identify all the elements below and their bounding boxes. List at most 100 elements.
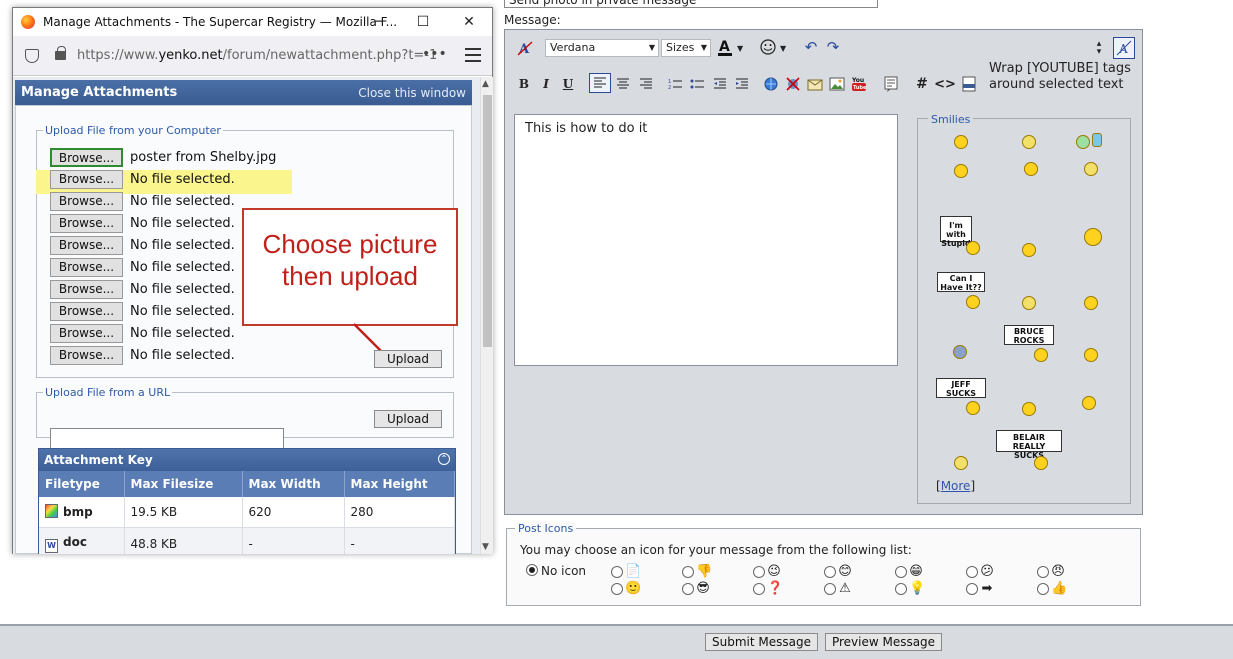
subject-input[interactable]: Send photo in private message [504,0,878,8]
upload-button[interactable]: Upload [374,350,442,368]
post-icon[interactable]: 🙂 [625,582,641,596]
browse-button[interactable]: Browse... [50,148,123,167]
remove-link-icon[interactable] [783,74,803,94]
smiley-icon[interactable] [966,241,980,255]
smiley-icon[interactable] [1082,396,1096,410]
switch-editor-mode-icon[interactable]: A [1113,37,1135,59]
smiley-icon[interactable] [1084,296,1098,310]
smiley-icon[interactable] [1034,348,1048,362]
underline-button[interactable]: U [559,74,577,94]
post-icon[interactable]: 😊 [838,565,852,579]
post-icon-radio[interactable] [895,583,907,595]
post-icon-radio[interactable] [824,566,836,578]
outdent-icon[interactable] [710,74,730,94]
post-icon[interactable]: ❓ [767,582,783,596]
thumbs-icon[interactable] [1092,133,1102,147]
post-icon-radio[interactable] [611,583,623,595]
more-smilies-link[interactable]: More [941,479,971,493]
italic-button[interactable]: I [537,74,555,94]
smiley-icon[interactable] [954,164,968,178]
url-input[interactable] [50,428,284,449]
minimize-icon[interactable]: ─ [369,12,389,32]
browse-button[interactable]: Browse... [50,280,123,299]
smiley-icon[interactable] [1024,162,1038,176]
hamburger-menu-icon[interactable] [465,48,481,62]
smiley-icon[interactable] [1034,456,1048,470]
quote-icon[interactable] [881,74,901,94]
smiley-menu-button[interactable]: ▼ [759,37,789,57]
browse-button[interactable]: Browse... [50,170,123,189]
smiley-icon[interactable] [1022,402,1036,416]
tracking-shield-icon[interactable] [25,49,39,63]
preview-message-button[interactable]: Preview Message [825,633,942,651]
youtube-icon[interactable]: You Tube [849,74,869,94]
post-icon[interactable]: ➡ [980,582,994,596]
redo-icon[interactable]: ↷ [823,37,843,57]
bold-button[interactable]: B [515,74,533,94]
code-button[interactable]: <> [934,74,956,94]
scroll-up-icon[interactable]: ▲ [482,79,489,89]
browse-button[interactable]: Browse... [50,192,123,211]
post-icon-radio[interactable] [895,566,907,578]
browse-button[interactable]: Browse... [50,324,123,343]
post-icon[interactable]: 👎 [696,565,712,579]
indent-icon[interactable] [732,74,752,94]
scrollbar-thumb[interactable] [483,95,492,347]
url-text[interactable]: https://www.yenko.net/forum/newattachmen… [77,48,437,63]
browse-button[interactable]: Browse... [50,214,123,233]
smiley-icon[interactable] [1022,135,1036,149]
align-right-icon[interactable] [636,74,656,94]
smiley-icon[interactable] [954,135,968,149]
post-icon-radio[interactable] [682,566,694,578]
smiley-icon[interactable] [966,295,980,309]
can-i-have-it-sign[interactable]: Can I Have It?? [937,272,985,292]
smiley-icon[interactable] [954,456,968,470]
browse-button[interactable]: Browse... [50,258,123,277]
close-window-link[interactable]: Close this window [358,86,466,100]
maximize-icon[interactable]: ☐ [413,12,433,32]
post-icon-radio[interactable] [824,583,836,595]
post-icon-radio[interactable] [966,566,978,578]
page-actions-icon[interactable]: ••• [422,46,447,62]
smiley-icon[interactable] [1076,135,1090,149]
font-color-button[interactable]: A ▼ [715,37,749,57]
insert-link-icon[interactable] [761,74,781,94]
post-icon-radio[interactable] [753,566,765,578]
no-icon-radio[interactable] [526,564,538,576]
smiley-icon[interactable] [953,345,967,359]
size-select[interactable]: Sizes ▼ [661,39,711,57]
upload-url-button[interactable]: Upload [374,410,442,428]
smiley-icon[interactable] [1022,296,1036,310]
smiley-icon[interactable] [1084,162,1098,176]
align-center-icon[interactable] [613,74,633,94]
email-link-icon[interactable] [805,74,825,94]
message-textarea[interactable]: This is how to do it [514,114,898,366]
post-icon[interactable]: 💡 [909,582,925,596]
php-icon[interactable] [959,74,979,94]
collapse-icon[interactable]: ⌃ [438,453,450,465]
post-icon[interactable]: 👍 [1051,582,1067,596]
hash-button[interactable]: # [913,74,931,94]
post-icon[interactable]: ⚠ [838,582,852,596]
post-icon-radio[interactable] [753,583,765,595]
insert-image-icon[interactable] [827,74,847,94]
post-icon[interactable]: 😁 [909,565,923,579]
remove-format-icon[interactable]: A [515,38,535,58]
ordered-list-icon[interactable]: 12 [665,74,685,94]
resize-arrows-icon[interactable]: ▴ ▾ [1089,38,1109,58]
smiley-icon[interactable] [1022,243,1036,257]
browse-button[interactable]: Browse... [50,302,123,321]
post-icon-radio[interactable] [966,583,978,595]
submit-message-button[interactable]: Submit Message [705,633,818,651]
close-icon[interactable]: ✕ [459,12,479,32]
font-select[interactable]: Verdana ▼ [545,39,659,57]
browse-button[interactable]: Browse... [50,346,123,365]
post-icon[interactable]: 😠 [1051,565,1065,579]
align-left-icon[interactable] [589,73,611,93]
smiley-icon[interactable] [966,401,980,415]
bruce-rocks-sign[interactable]: BRUCE ROCKS [1004,325,1054,345]
post-icon-radio[interactable] [1037,566,1049,578]
jeff-sucks-sign[interactable]: JEFF SUCKS [936,378,986,398]
belair-sucks-sign[interactable]: BELAIR REALLY SUCKS [996,430,1062,460]
post-icon-radio[interactable] [682,583,694,595]
